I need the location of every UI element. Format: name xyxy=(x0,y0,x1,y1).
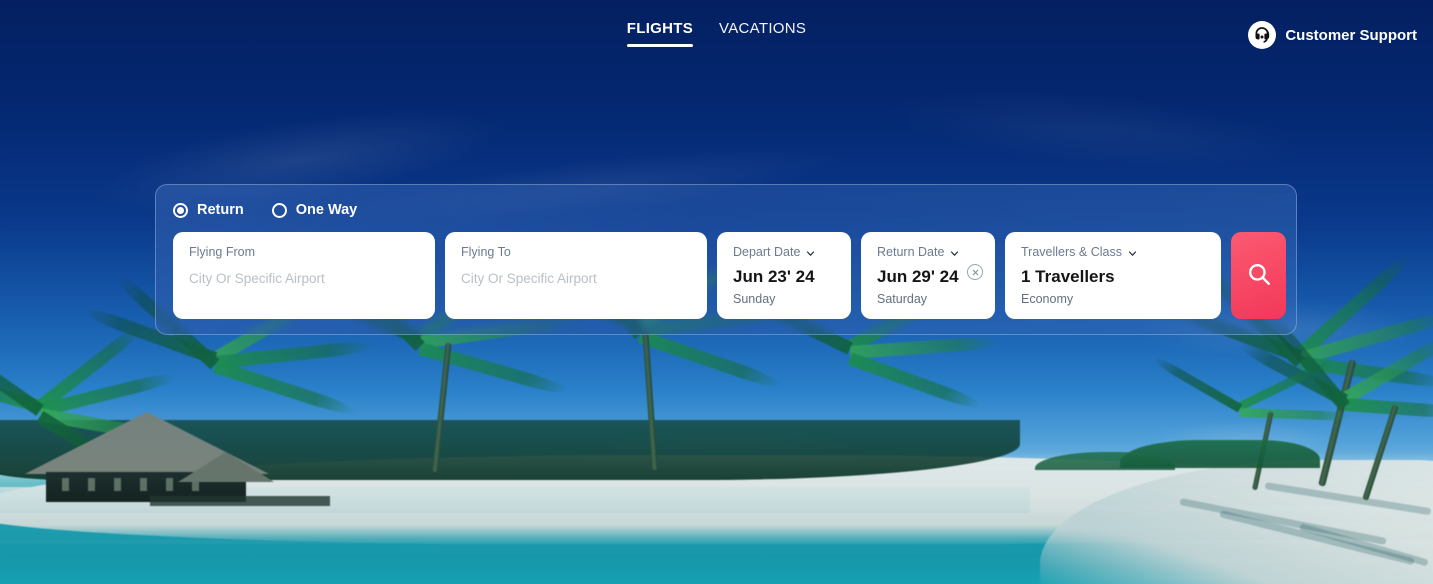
trip-type-return-label: Return xyxy=(197,202,244,218)
travel-class-value: Economy xyxy=(1021,291,1074,306)
flying-to-field[interactable]: Flying To City Or Specific Airport xyxy=(445,232,707,319)
search-fields-row: Flying From City Or Specific Airport Fly… xyxy=(173,232,1286,319)
radio-return-selected[interactable] xyxy=(173,202,188,218)
tab-flights-label: FLIGHTS xyxy=(626,20,694,37)
tab-flights[interactable]: FLIGHTS xyxy=(626,20,694,47)
trip-type-group: Return One Way xyxy=(173,202,357,218)
depart-date-label: Depart Date xyxy=(733,245,801,259)
customer-support-label: Customer Support xyxy=(1285,26,1417,44)
radio-dot xyxy=(177,206,184,214)
headset-icon xyxy=(1248,21,1277,49)
flying-to-placeholder: City Or Specific Airport xyxy=(461,270,597,286)
trip-type-one-way[interactable]: One Way xyxy=(271,202,358,218)
return-date-value: Jun 29' 24 xyxy=(877,266,959,286)
radio-one-way-unselected[interactable] xyxy=(271,202,287,218)
return-date-field[interactable]: Return Date Jun 29' 24 Saturday xyxy=(861,232,995,319)
flying-from-placeholder: City Or Specific Airport xyxy=(189,270,325,286)
search-icon xyxy=(1246,261,1272,290)
nav-tabs: FLIGHTS VACATIONS xyxy=(0,20,1433,47)
travellers-class-label-row: Travellers & Class xyxy=(1021,246,1205,259)
clear-return-date-icon[interactable] xyxy=(967,264,983,280)
return-date-label: Return Date xyxy=(877,245,945,259)
return-date-weekday: Saturday xyxy=(877,291,928,306)
trip-type-return[interactable]: Return xyxy=(173,202,244,218)
depart-date-field[interactable]: Depart Date Jun 23' 24 Sunday xyxy=(717,232,851,319)
flying-from-label: Flying From xyxy=(189,245,255,259)
top-navigation-bar: FLIGHTS VACATIONS Customer Support xyxy=(0,0,1433,66)
depart-date-weekday: Sunday xyxy=(733,291,776,306)
flying-to-label: Flying To xyxy=(461,245,511,259)
chevron-down-icon xyxy=(950,248,959,257)
active-tab-underline xyxy=(626,44,694,47)
depart-date-label-row: Depart Date xyxy=(733,246,835,259)
chevron-down-icon xyxy=(806,248,815,257)
depart-date-value: Jun 23' 24 xyxy=(733,266,815,286)
trip-type-one-way-label: One Way xyxy=(295,202,358,218)
flying-from-field[interactable]: Flying From City Or Specific Airport xyxy=(173,232,435,319)
chevron-down-icon xyxy=(1128,248,1137,257)
tab-vacations-label: VACATIONS xyxy=(719,20,807,37)
search-button[interactable] xyxy=(1231,232,1286,319)
customer-support-link[interactable]: Customer Support xyxy=(1248,21,1417,49)
return-date-label-row: Return Date xyxy=(877,246,979,259)
tab-vacations[interactable]: VACATIONS xyxy=(719,20,806,47)
hero-screen: FLIGHTS VACATIONS Customer Support Retur… xyxy=(0,0,1433,584)
travellers-count-value: 1 Travellers xyxy=(1021,266,1115,286)
travellers-class-field[interactable]: Travellers & Class 1 Travellers Economy xyxy=(1005,232,1221,319)
travellers-class-label: Travellers & Class xyxy=(1021,245,1122,259)
flight-search-panel: Return One Way Flying From City Or Speci… xyxy=(155,184,1297,335)
